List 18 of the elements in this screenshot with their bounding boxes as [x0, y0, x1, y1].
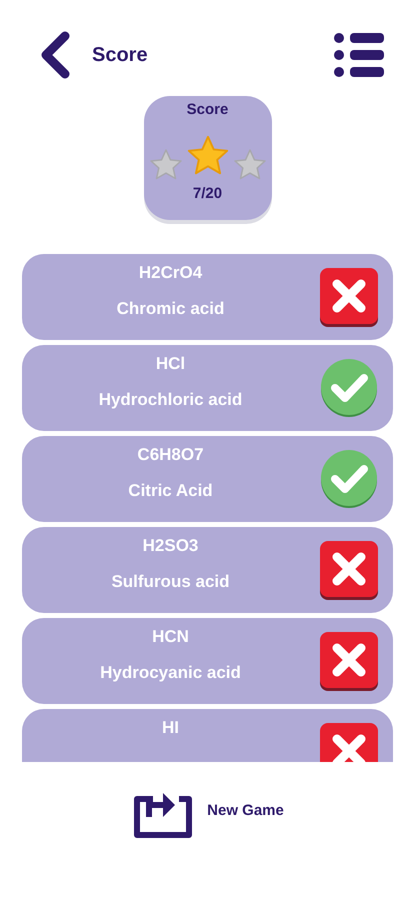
score-label: Score	[186, 102, 228, 117]
formula-text: HCN	[152, 626, 189, 648]
menu-button[interactable]	[333, 30, 385, 80]
formula-text: HCl	[156, 353, 186, 375]
formula-text: HI	[162, 717, 179, 739]
score-result: 7/20	[192, 184, 222, 204]
formula-text: H2SO3	[142, 535, 198, 557]
back-icon	[40, 31, 70, 79]
list-menu-icon	[333, 31, 385, 79]
acid-name-text: Hydrochloric acid	[98, 389, 242, 411]
acid-name-text: Citric Acid	[128, 480, 213, 502]
new-game-button[interactable]: New Game	[131, 783, 284, 839]
page-title: Score	[92, 43, 148, 68]
acid-name-text: Sulfurous acid	[111, 571, 230, 593]
formula-text: C6H8O7	[137, 444, 204, 466]
formula-text: H2CrO4	[138, 262, 202, 284]
acid-name-text: Chromic acid	[116, 298, 224, 320]
acid-name-text: Hydrocyanic acid	[100, 662, 241, 684]
